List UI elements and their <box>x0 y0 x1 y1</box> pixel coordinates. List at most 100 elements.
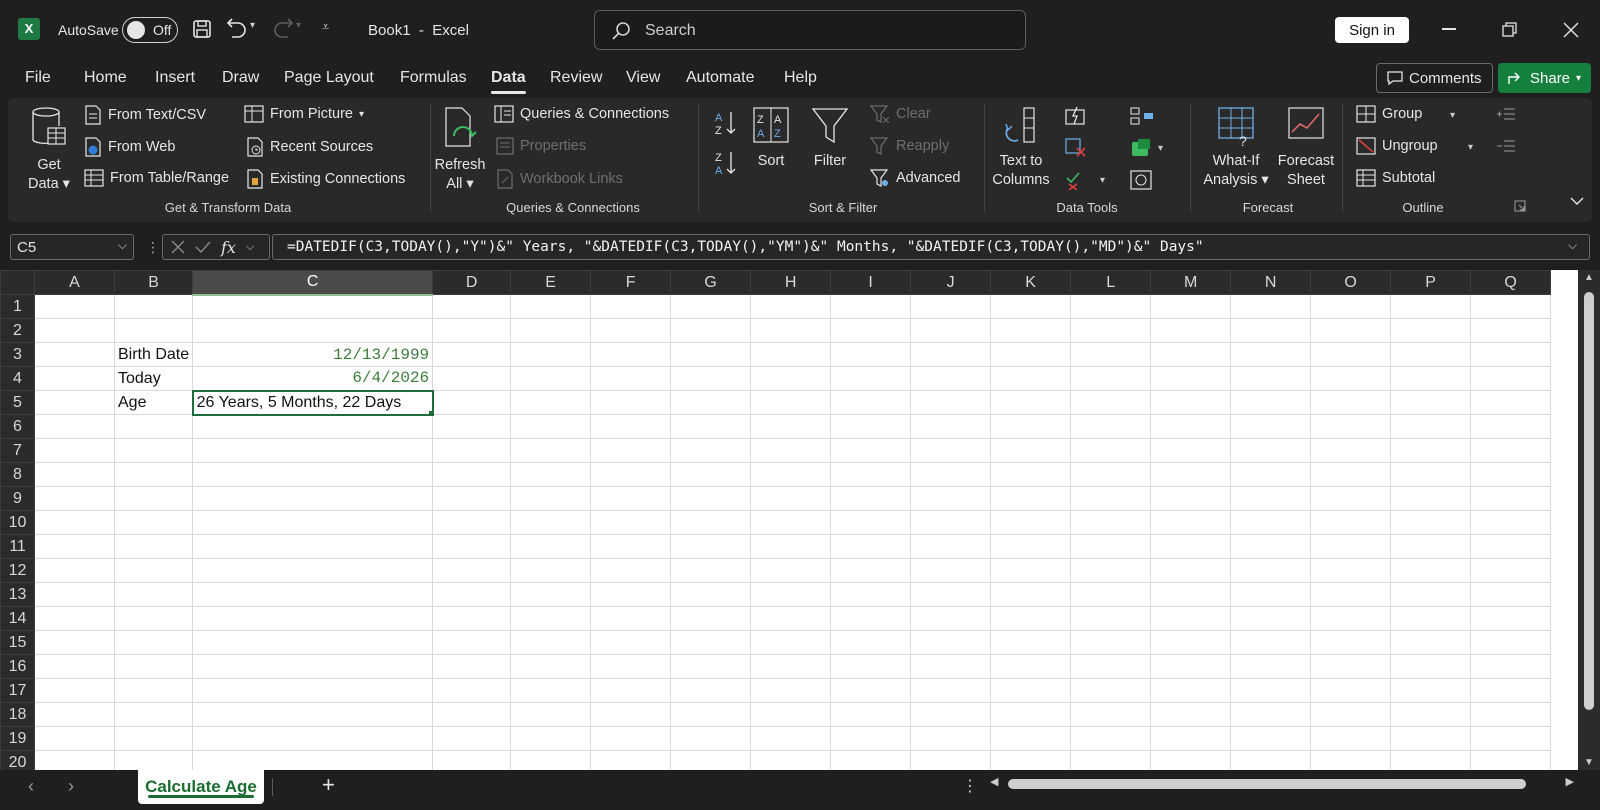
cell-h8[interactable] <box>750 462 832 487</box>
cell-j18[interactable] <box>910 702 992 727</box>
cell-g5[interactable] <box>670 390 752 415</box>
cell-a18[interactable] <box>34 702 115 727</box>
cell-k1[interactable] <box>990 294 1072 319</box>
cell-p17[interactable] <box>1390 678 1472 703</box>
cell-q14[interactable] <box>1470 606 1552 631</box>
row-header-7[interactable]: 7 <box>0 438 35 463</box>
restore-icon[interactable] <box>1502 22 1518 38</box>
ungroup-button[interactable]: Ungroup <box>1356 137 1438 155</box>
cell-f6[interactable] <box>590 414 672 439</box>
cell-d14[interactable] <box>432 606 512 631</box>
cell-j4[interactable] <box>910 366 992 391</box>
select-all-corner[interactable] <box>0 270 35 295</box>
cell-f9[interactable] <box>590 486 672 511</box>
refresh-all-button[interactable]: Refresh All ▾ <box>432 106 488 194</box>
tab-review[interactable]: Review <box>550 69 602 87</box>
scroll-up-icon[interactable]: ▲ <box>1584 272 1594 283</box>
cell-f16[interactable] <box>590 654 672 679</box>
cell-a15[interactable] <box>34 630 115 655</box>
cell-p18[interactable] <box>1390 702 1472 727</box>
cell-k19[interactable] <box>990 726 1072 751</box>
cell-b13[interactable] <box>113 582 194 607</box>
cell-q2[interactable] <box>1470 318 1552 343</box>
cell-h17[interactable] <box>750 678 832 703</box>
tab-file[interactable]: File <box>25 69 51 87</box>
cell-d9[interactable] <box>432 486 512 511</box>
cell-j6[interactable] <box>910 414 992 439</box>
cell-q10[interactable] <box>1470 510 1552 535</box>
cell-m5[interactable] <box>1150 390 1232 415</box>
cell-d5[interactable] <box>432 390 512 415</box>
cell-f1[interactable] <box>590 294 672 319</box>
cell-b7[interactable] <box>113 438 194 463</box>
tab-formulas[interactable]: Formulas <box>400 69 467 87</box>
cell-m3[interactable] <box>1150 342 1232 367</box>
save-icon[interactable] <box>192 19 212 39</box>
forecast-sheet-button[interactable]: Forecast Sheet <box>1270 106 1342 190</box>
cell-h1[interactable] <box>750 294 832 319</box>
cell-b5[interactable]: Age <box>113 390 194 415</box>
cell-g9[interactable] <box>670 486 752 511</box>
more-options-icon[interactable]: ⋮ <box>962 776 978 796</box>
remove-duplicates-icon[interactable] <box>1065 138 1087 158</box>
queries-connections-button[interactable]: Queries & Connections <box>494 105 669 123</box>
cell-p10[interactable] <box>1390 510 1472 535</box>
cell-i8[interactable] <box>830 462 912 487</box>
sheet-tab-calculate-age[interactable]: Calculate Age <box>138 770 264 804</box>
cell-m7[interactable] <box>1150 438 1232 463</box>
cell-i3[interactable] <box>830 342 912 367</box>
tab-page-layout[interactable]: Page Layout <box>284 69 374 87</box>
cell-f13[interactable] <box>590 582 672 607</box>
cell-p1[interactable] <box>1390 294 1472 319</box>
cell-k14[interactable] <box>990 606 1072 631</box>
cell-o13[interactable] <box>1310 582 1392 607</box>
cell-f3[interactable] <box>590 342 672 367</box>
existing-connections-button[interactable]: Existing Connections <box>246 169 405 189</box>
cell-q4[interactable] <box>1470 366 1552 391</box>
cell-a17[interactable] <box>34 678 115 703</box>
cell-m4[interactable] <box>1150 366 1232 391</box>
cell-n6[interactable] <box>1230 414 1312 439</box>
tab-data[interactable]: Data <box>491 69 526 94</box>
cell-a7[interactable] <box>34 438 115 463</box>
cell-k18[interactable] <box>990 702 1072 727</box>
cell-p19[interactable] <box>1390 726 1472 751</box>
cell-q16[interactable] <box>1470 654 1552 679</box>
cell-i11[interactable] <box>830 534 912 559</box>
cell-d11[interactable] <box>432 534 512 559</box>
minimize-icon[interactable] <box>1442 28 1456 30</box>
cell-o17[interactable] <box>1310 678 1392 703</box>
cell-l16[interactable] <box>1070 654 1152 679</box>
cell-h13[interactable] <box>750 582 832 607</box>
add-sheet-icon[interactable]: + <box>322 772 335 798</box>
cell-o18[interactable] <box>1310 702 1392 727</box>
row-header-19[interactable]: 19 <box>0 726 35 751</box>
previous-sheet-icon[interactable]: ‹ <box>28 776 34 797</box>
cell-o9[interactable] <box>1310 486 1392 511</box>
cell-l18[interactable] <box>1070 702 1152 727</box>
cell-c16[interactable] <box>192 654 434 679</box>
cell-q7[interactable] <box>1470 438 1552 463</box>
cell-b6[interactable] <box>113 414 194 439</box>
tab-home[interactable]: Home <box>84 69 127 87</box>
cell-m1[interactable] <box>1150 294 1232 319</box>
cell-d8[interactable] <box>432 462 512 487</box>
horizontal-scroll-thumb[interactable] <box>1008 779 1526 789</box>
row-header-12[interactable]: 12 <box>0 558 35 583</box>
cell-k8[interactable] <box>990 462 1072 487</box>
cell-d10[interactable] <box>432 510 512 535</box>
undo-icon[interactable] <box>226 18 248 40</box>
cell-k10[interactable] <box>990 510 1072 535</box>
cell-n16[interactable] <box>1230 654 1312 679</box>
cell-g7[interactable] <box>670 438 752 463</box>
what-if-analysis-button[interactable]: ? What-If Analysis ▾ <box>1196 106 1276 190</box>
cell-e12[interactable] <box>510 558 592 583</box>
cell-q15[interactable] <box>1470 630 1552 655</box>
cell-g19[interactable] <box>670 726 752 751</box>
cell-q8[interactable] <box>1470 462 1552 487</box>
cell-b3[interactable]: Birth Date <box>113 342 194 367</box>
cell-c2[interactable] <box>192 318 434 343</box>
cell-m17[interactable] <box>1150 678 1232 703</box>
collapse-ribbon-icon[interactable] <box>1570 196 1584 206</box>
group-button[interactable]: Group <box>1356 105 1422 123</box>
